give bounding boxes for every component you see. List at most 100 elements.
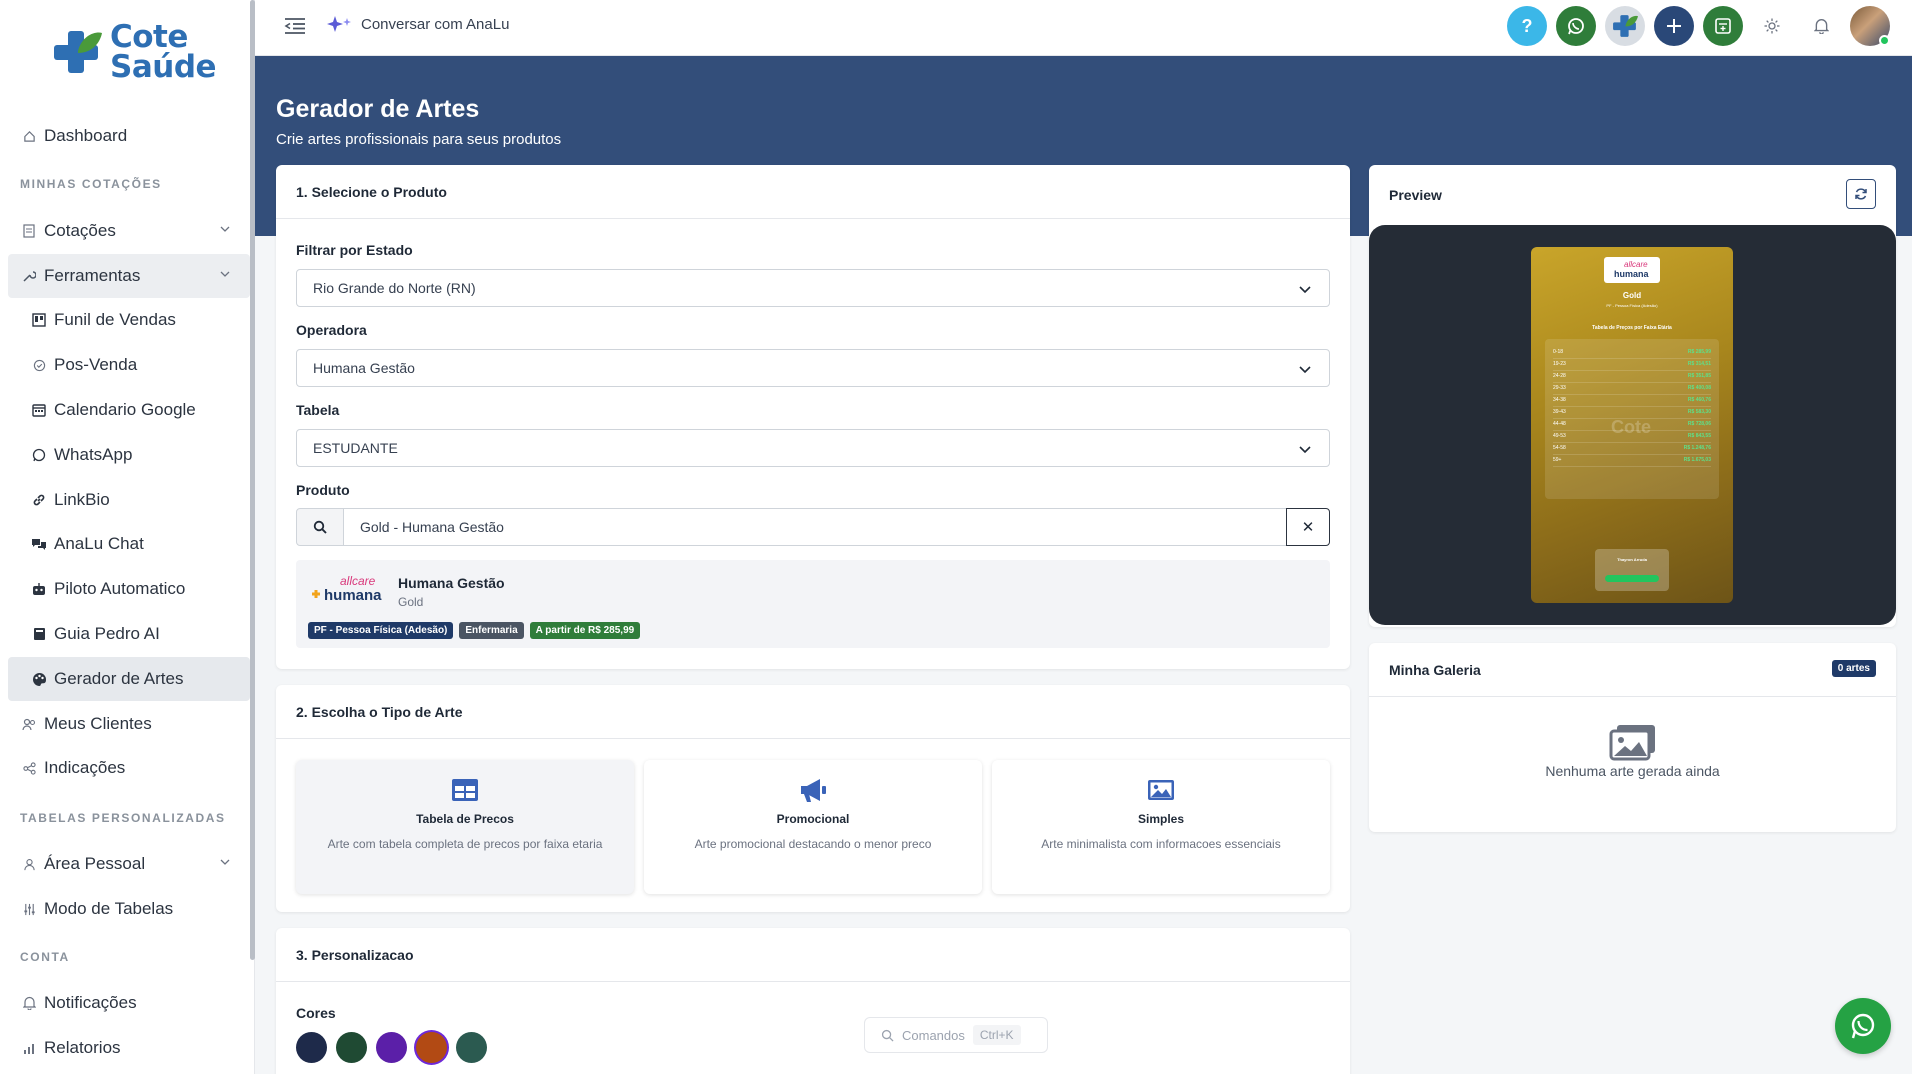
chat-with-analu-label: Conversar com AnaLu [361,15,510,33]
tabela-select-value: ESTUDANTE [313,440,398,456]
gallery-empty-message: Nenhuma arte gerada ainda [1545,763,1720,779]
preview-age-range: 39-43 [1553,409,1566,415]
color-swatch[interactable] [336,1032,367,1063]
operadora-select[interactable]: Humana Gestão [296,349,1330,387]
preview-row-divider [1553,394,1711,395]
wrench-icon [20,267,38,285]
sidebar-item-label: Indicações [44,758,126,777]
sidebar-item-label: Modo de Tabelas [44,899,174,918]
operadora-label: Operadora [296,322,367,338]
sidebar-item-label: LinkBio [54,490,110,509]
robot-icon [30,580,48,598]
cote-saude-app-button[interactable] [1605,6,1645,46]
theme-toggle-button[interactable] [1752,6,1792,46]
keyboard-shortcut: Ctrl+K [972,1025,1021,1045]
user-icon [20,855,38,873]
command-palette-button[interactable]: Comandos Ctrl+K [864,1017,1048,1053]
command-palette-label: Comandos [902,1027,965,1043]
brand-logo[interactable]: Cote Saúde [50,22,217,83]
sidebar-item-funil[interactable]: Funil de Vendas [8,298,250,342]
preview-row-divider [1553,466,1711,467]
produto-label: Produto [296,482,350,498]
topbar: Conversar com AnaLu ? [255,0,1912,56]
notifications-button[interactable] [1801,6,1841,46]
sidebar-item-label: Notificações [44,993,137,1012]
sidebar-item-piloto[interactable]: Piloto Automatico [8,567,250,611]
menu-toggle-icon[interactable] [283,16,307,36]
sidebar-item-clientes[interactable]: Meus Clientes [8,702,250,746]
clear-product-button[interactable]: ✕ [1286,508,1330,546]
search-icon [313,520,327,534]
preview-price: R$ 1.248,76 [1683,445,1711,451]
status-badge: PF - Pessoa Física (Adesão) [308,622,454,639]
sidebar-item-relatorios[interactable]: Relatorios [8,1026,250,1070]
art-type-desc: Arte com tabela completa de precos por f… [327,837,603,851]
chevron-down-icon [1299,366,1311,374]
sidebar-item-label: Dashboard [44,126,128,145]
art-type-tabela[interactable]: Tabela de Precos Arte com tabela complet… [296,760,634,894]
chat-with-analu-button[interactable]: Conversar com AnaLu [327,15,509,33]
preview-contact-box: Thayron Arruda [1595,549,1669,591]
sidebar-item-area[interactable]: Área Pessoal [8,842,250,886]
sidebar-item-dashboard[interactable]: Dashboard [8,114,250,158]
card-title: 1. Selecione o Produto [276,165,1350,219]
sidebar-item-gerador[interactable]: Gerador de Artes [8,657,250,701]
preview-logo-allcare: allcare [1624,260,1648,269]
preview-age-range: 19-23 [1553,361,1566,367]
color-swatch[interactable] [296,1032,327,1063]
art-type-card: 2. Escolha o Tipo de Arte Tabela de Prec… [276,685,1350,912]
art-type-promocional[interactable]: Promocional Arte promocional destacando … [644,760,982,894]
preview-price: R$ 314,51 [1687,361,1711,367]
sidebar-item-notificacoes[interactable]: Notificações [8,981,250,1025]
sidebar-item-modo[interactable]: Modo de Tabelas [8,887,250,931]
sidebar-item-whatsapp[interactable]: WhatsApp [8,433,250,477]
art-preview-image[interactable]: allcare humana Gold PF - Pessoa Física (A… [1531,247,1733,603]
preview-age-range: 34-38 [1553,397,1566,403]
whatsapp-floating-button[interactable] [1835,998,1891,1054]
help-button[interactable]: ? [1507,6,1547,46]
sidebar-item-linkbio[interactable]: LinkBio [8,478,250,522]
preview-price: R$ 351,85 [1687,373,1711,379]
question-icon: ? [1521,15,1533,36]
sidebar-item-label: Funil de Vendas [54,310,176,329]
produto-search-value: Gold - Humana Gestão [360,519,504,535]
color-swatch-selected[interactable] [416,1032,447,1063]
preview-card: Preview allcare humana Gold PF - Pessoa F… [1369,165,1896,627]
sidebar-item-guia[interactable]: Guia Pedro AI [8,612,250,656]
sidebar-item-cotacoes[interactable]: Cotações [8,209,250,253]
sidebar-item-analu[interactable]: AnaLu Chat [8,522,250,566]
chat-bubbles-icon [30,535,48,553]
user-avatar[interactable] [1850,6,1890,46]
chevron-down-icon [220,271,230,277]
select-product-card: 1. Selecione o Produto Filtrar por Estad… [276,165,1350,669]
tabela-select[interactable]: ESTUDANTE [296,429,1330,467]
color-swatch[interactable] [456,1032,487,1063]
whatsapp-icon [1851,1013,1875,1039]
color-swatch[interactable] [376,1032,407,1063]
page-subtitle: Crie artes profissionais para seus produ… [276,131,562,148]
whatsapp-button[interactable] [1556,6,1596,46]
product-name: Humana Gestão [398,575,505,591]
section-tabelas-personalizadas: TABELAS PERSONALIZADAS [20,811,226,825]
preview-age-range: 0-18 [1553,349,1564,355]
sidebar-item-indicacoes[interactable]: Indicações [8,746,250,790]
sidebar-item-label: Área Pessoal [44,854,146,873]
preview-row-divider [1553,454,1711,455]
sidebar-item-calendario[interactable]: Calendario Google [8,388,250,432]
refresh-preview-button[interactable] [1846,179,1876,209]
sidebar-item-label: Ferramentas [44,266,141,285]
preview-age-range: 29-33 [1553,385,1566,391]
calendar-icon [30,401,48,419]
sidebar-item-ferramentas[interactable]: Ferramentas [8,254,250,298]
cross-leaf-icon [1613,15,1638,37]
produto-search-input[interactable]: Gold - Humana Gestão [344,508,1286,546]
art-type-simples[interactable]: Simples Arte minimalista com informacoes… [992,760,1330,894]
sidebar-item-posvenda[interactable]: Pos-Venda [8,343,250,387]
gallery-count-badge: 0 artes [1831,660,1876,677]
add-button[interactable] [1654,6,1694,46]
estado-select[interactable]: Rio Grande do Norte (RN) [296,269,1330,307]
megaphone-icon [801,779,826,802]
calculator-button[interactable] [1703,6,1743,46]
operadora-select-value: Humana Gestão [313,360,415,376]
check-circle-icon [30,356,48,374]
